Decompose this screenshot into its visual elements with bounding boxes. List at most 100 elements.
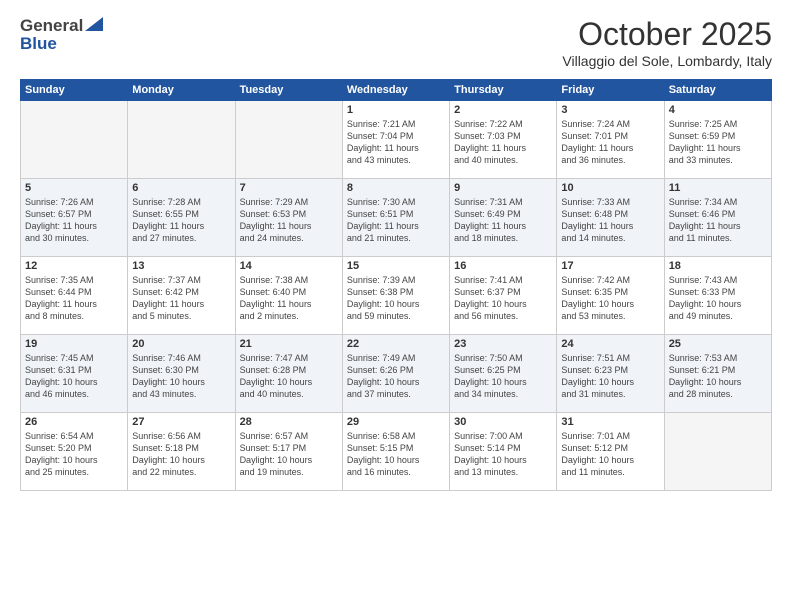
day-info: Sunrise: 6:58 AM Sunset: 5:15 PM Dayligh… (347, 430, 445, 479)
day-number: 30 (454, 416, 552, 428)
table-cell: 31 Sunrise: 7:01 AM Sunset: 5:12 PM Dayli… (557, 413, 664, 491)
day-number: 27 (132, 416, 230, 428)
day-number: 10 (561, 182, 659, 194)
day-number: 3 (561, 104, 659, 116)
table-cell: 18 Sunrise: 7:43 AM Sunset: 6:33 PM Dayli… (664, 257, 771, 335)
day-info: Sunrise: 7:50 AM Sunset: 6:25 PM Dayligh… (454, 352, 552, 401)
table-cell: 3 Sunrise: 7:24 AM Sunset: 7:01 PM Daylig… (557, 101, 664, 179)
day-info: Sunrise: 7:01 AM Sunset: 5:12 PM Dayligh… (561, 430, 659, 479)
table-cell (21, 101, 128, 179)
table-cell: 4 Sunrise: 7:25 AM Sunset: 6:59 PM Daylig… (664, 101, 771, 179)
day-info: Sunrise: 7:46 AM Sunset: 6:30 PM Dayligh… (132, 352, 230, 401)
table-cell: 17 Sunrise: 7:42 AM Sunset: 6:35 PM Dayli… (557, 257, 664, 335)
logo: General Blue (20, 16, 103, 54)
day-number: 11 (669, 182, 767, 194)
week-row: 19 Sunrise: 7:45 AM Sunset: 6:31 PM Dayli… (21, 335, 772, 413)
day-number: 21 (240, 338, 338, 350)
day-number: 16 (454, 260, 552, 272)
day-number: 5 (25, 182, 123, 194)
table-cell: 24 Sunrise: 7:51 AM Sunset: 6:23 PM Dayli… (557, 335, 664, 413)
table-cell: 12 Sunrise: 7:35 AM Sunset: 6:44 PM Dayli… (21, 257, 128, 335)
col-sunday: Sunday (21, 80, 128, 101)
table-cell (235, 101, 342, 179)
logo-general: General (20, 16, 83, 36)
logo-blue: Blue (20, 34, 103, 54)
table-cell: 15Sunrise: 7:39 AM Sunset: 6:38 PM Dayli… (342, 257, 449, 335)
day-info: Sunrise: 7:21 AM Sunset: 7:04 PM Dayligh… (347, 118, 445, 167)
week-row: 12 Sunrise: 7:35 AM Sunset: 6:44 PM Dayli… (21, 257, 772, 335)
table-cell: 11 Sunrise: 7:34 AM Sunset: 6:46 PM Dayli… (664, 179, 771, 257)
table-cell: 6Sunrise: 7:28 AM Sunset: 6:55 PM Daylig… (128, 179, 235, 257)
day-number: 31 (561, 416, 659, 428)
day-number: 12 (25, 260, 123, 272)
day-number: 25 (669, 338, 767, 350)
day-number: 15 (347, 260, 445, 272)
table-cell (664, 413, 771, 491)
day-info: Sunrise: 7:45 AM Sunset: 6:31 PM Dayligh… (25, 352, 123, 401)
day-number: 13 (132, 260, 230, 272)
table-cell: 19 Sunrise: 7:45 AM Sunset: 6:31 PM Dayli… (21, 335, 128, 413)
day-info: Sunrise: 7:34 AM Sunset: 6:46 PM Dayligh… (669, 196, 767, 245)
day-info: Sunrise: 7:47 AM Sunset: 6:28 PM Dayligh… (240, 352, 338, 401)
table-cell: 22 Sunrise: 7:49 AM Sunset: 6:26 PM Dayli… (342, 335, 449, 413)
table-cell: 9Sunrise: 7:31 AM Sunset: 6:49 PM Daylig… (450, 179, 557, 257)
month-title: October 2025 (562, 16, 772, 53)
header-row: Sunday Monday Tuesday Wednesday Thursday… (21, 80, 772, 101)
table-cell: 28 Sunrise: 6:57 AM Sunset: 5:17 PM Dayli… (235, 413, 342, 491)
table-cell: 30 Sunrise: 7:00 AM Sunset: 5:14 PM Dayli… (450, 413, 557, 491)
table-cell: 16Sunrise: 7:41 AM Sunset: 6:37 PM Dayli… (450, 257, 557, 335)
day-info: Sunrise: 7:29 AM Sunset: 6:53 PM Dayligh… (240, 196, 338, 245)
day-info: Sunrise: 7:37 AM Sunset: 6:42 PM Dayligh… (132, 274, 230, 323)
day-info: Sunrise: 7:33 AM Sunset: 6:48 PM Dayligh… (561, 196, 659, 245)
day-info: Sunrise: 7:49 AM Sunset: 6:26 PM Dayligh… (347, 352, 445, 401)
day-number: 8 (347, 182, 445, 194)
page: General Blue October 2025 Villaggio del … (0, 0, 792, 612)
subtitle: Villaggio del Sole, Lombardy, Italy (562, 53, 772, 69)
day-info: Sunrise: 7:35 AM Sunset: 6:44 PM Dayligh… (25, 274, 123, 323)
table-cell: 29 Sunrise: 6:58 AM Sunset: 5:15 PM Dayli… (342, 413, 449, 491)
day-number: 22 (347, 338, 445, 350)
day-info: Sunrise: 7:53 AM Sunset: 6:21 PM Dayligh… (669, 352, 767, 401)
day-number: 7 (240, 182, 338, 194)
day-info: Sunrise: 7:26 AM Sunset: 6:57 PM Dayligh… (25, 196, 123, 245)
day-info: Sunrise: 7:42 AM Sunset: 6:35 PM Dayligh… (561, 274, 659, 323)
table-cell: 10 Sunrise: 7:33 AM Sunset: 6:48 PM Dayli… (557, 179, 664, 257)
col-monday: Monday (128, 80, 235, 101)
table-cell: 14Sunrise: 7:38 AM Sunset: 6:40 PM Dayli… (235, 257, 342, 335)
table-cell: 27 Sunrise: 6:56 AM Sunset: 5:18 PM Dayli… (128, 413, 235, 491)
day-number: 14 (240, 260, 338, 272)
week-row: 5 Sunrise: 7:26 AM Sunset: 6:57 PM Daylig… (21, 179, 772, 257)
day-info: Sunrise: 6:56 AM Sunset: 5:18 PM Dayligh… (132, 430, 230, 479)
day-number: 24 (561, 338, 659, 350)
day-number: 4 (669, 104, 767, 116)
col-saturday: Saturday (664, 80, 771, 101)
day-info: Sunrise: 7:24 AM Sunset: 7:01 PM Dayligh… (561, 118, 659, 167)
header: General Blue October 2025 Villaggio del … (20, 16, 772, 69)
table-cell: 7 Sunrise: 7:29 AM Sunset: 6:53 PM Daylig… (235, 179, 342, 257)
day-info: Sunrise: 6:54 AM Sunset: 5:20 PM Dayligh… (25, 430, 123, 479)
day-info: Sunrise: 7:25 AM Sunset: 6:59 PM Dayligh… (669, 118, 767, 167)
day-number: 26 (25, 416, 123, 428)
day-number: 1 (347, 104, 445, 116)
logo-icon (85, 17, 103, 31)
day-number: 19 (25, 338, 123, 350)
day-number: 20 (132, 338, 230, 350)
col-thursday: Thursday (450, 80, 557, 101)
day-info: Sunrise: 7:43 AM Sunset: 6:33 PM Dayligh… (669, 274, 767, 323)
day-info: Sunrise: 7:28 AM Sunset: 6:55 PM Dayligh… (132, 196, 230, 245)
table-cell: 1 Sunrise: 7:21 AM Sunset: 7:04 PM Daylig… (342, 101, 449, 179)
day-number: 28 (240, 416, 338, 428)
week-row: 26 Sunrise: 6:54 AM Sunset: 5:20 PM Dayli… (21, 413, 772, 491)
day-info: Sunrise: 7:30 AM Sunset: 6:51 PM Dayligh… (347, 196, 445, 245)
day-info: Sunrise: 6:57 AM Sunset: 5:17 PM Dayligh… (240, 430, 338, 479)
table-cell (128, 101, 235, 179)
day-info: Sunrise: 7:51 AM Sunset: 6:23 PM Dayligh… (561, 352, 659, 401)
table-cell: 8 Sunrise: 7:30 AM Sunset: 6:51 PM Daylig… (342, 179, 449, 257)
day-number: 29 (347, 416, 445, 428)
day-number: 2 (454, 104, 552, 116)
day-info: Sunrise: 7:00 AM Sunset: 5:14 PM Dayligh… (454, 430, 552, 479)
day-info: Sunrise: 7:31 AM Sunset: 6:49 PM Dayligh… (454, 196, 552, 245)
day-number: 18 (669, 260, 767, 272)
day-number: 17 (561, 260, 659, 272)
calendar: Sunday Monday Tuesday Wednesday Thursday… (20, 79, 772, 491)
